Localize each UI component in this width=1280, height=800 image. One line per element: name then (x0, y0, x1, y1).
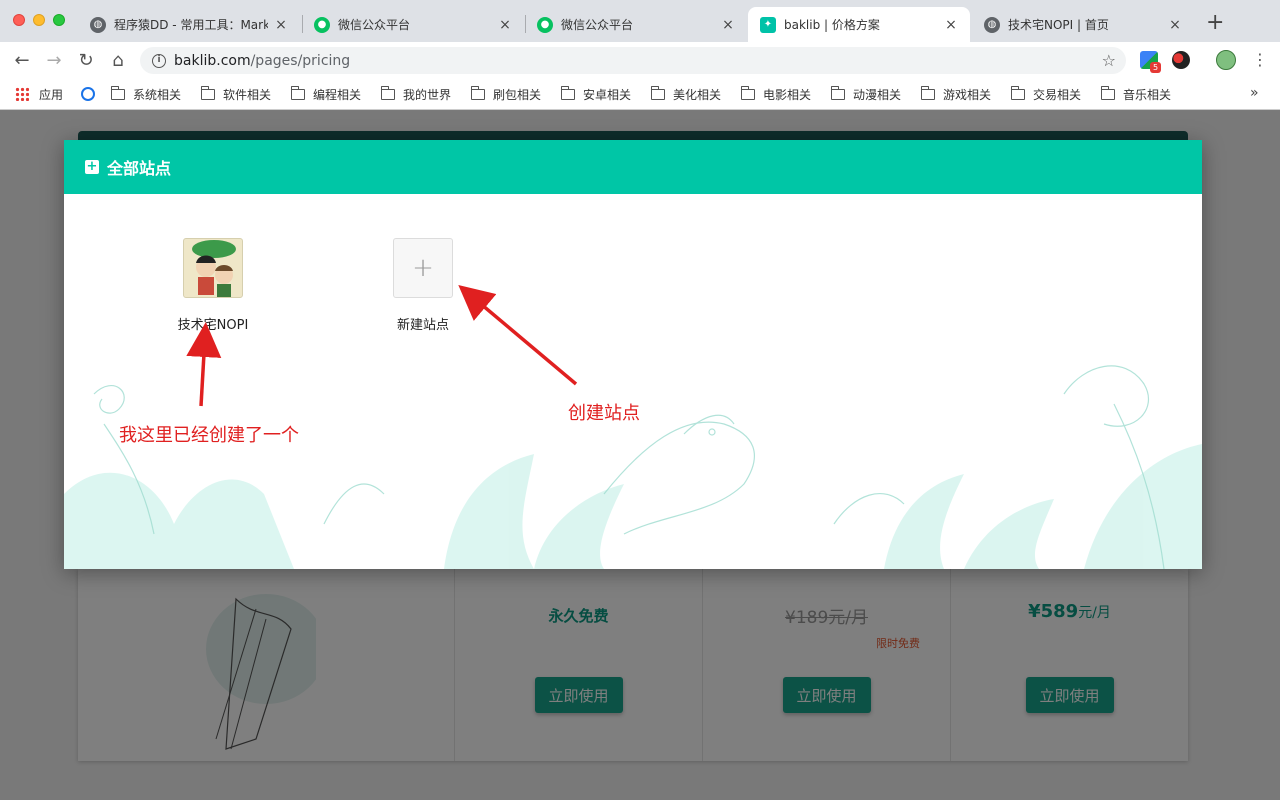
modal-body: 技术宅NOPI + 新建站点 我这里已经创建了一个 创建站点 (64, 194, 1202, 569)
folder-icon (1010, 85, 1025, 100)
add-site-button[interactable]: + (393, 238, 453, 298)
bookmark-folder[interactable]: 安卓相关 (560, 84, 632, 104)
plus-icon: + (412, 253, 434, 283)
bookmark-folder[interactable]: 我的世界 (380, 84, 452, 104)
tab-1[interactable]: ◍ 程序猿DD - 常用工具：Markdown × (78, 7, 300, 42)
folder-icon (740, 85, 755, 100)
close-icon[interactable]: × (721, 17, 735, 33)
bookmark-folder[interactable]: 软件相关 (200, 84, 272, 104)
bookmark-folder[interactable]: 刷包相关 (470, 84, 542, 104)
folder-icon (110, 85, 125, 100)
tab-2[interactable]: ● 微信公众平台 × (302, 7, 524, 42)
wechat-icon: ● (537, 16, 553, 33)
close-icon[interactable]: × (498, 17, 512, 33)
site-avatar-image[interactable] (183, 238, 243, 298)
tab-title: 技术宅NOPI | 首页 (1008, 18, 1109, 32)
tab-title: 微信公众平台 (561, 18, 634, 32)
close-icon[interactable]: × (944, 17, 958, 33)
site-card-nopi[interactable]: 技术宅NOPI (153, 238, 273, 333)
folder-icon (830, 85, 845, 100)
bookmark-folder[interactable]: 音乐相关 (1100, 84, 1172, 104)
maximize-window-button[interactable] (53, 14, 65, 26)
site-name[interactable]: 技术宅NOPI (153, 314, 273, 333)
new-tab-button[interactable]: + (1206, 12, 1224, 34)
tab-3[interactable]: ● 微信公众平台 × (525, 7, 747, 42)
new-site-card[interactable]: + 新建站点 (363, 238, 483, 333)
folder-icon (560, 85, 575, 100)
minimize-window-button[interactable] (33, 14, 45, 26)
folder-icon (290, 85, 305, 100)
bookmark-folder[interactable]: 编程相关 (290, 84, 362, 104)
bookmark-label: 音乐相关 (1123, 87, 1172, 102)
extension-icon[interactable] (1172, 51, 1190, 69)
bookmark-folder[interactable]: 电影相关 (740, 84, 812, 104)
bookmark-folder[interactable]: 系统相关 (110, 84, 182, 104)
back-arrow-icon[interactable]: ← (11, 49, 33, 71)
history-icon (81, 87, 95, 101)
forward-arrow-icon[interactable]: → (43, 49, 65, 71)
bookmark-label: 应用 (39, 87, 64, 102)
bookmark-folder[interactable]: 交易相关 (1010, 84, 1082, 104)
bookmark-star-icon[interactable]: ☆ (1102, 51, 1116, 70)
close-icon[interactable]: × (274, 17, 288, 33)
bookmark-apps[interactable]: 应用 (15, 84, 63, 104)
tab-title: 微信公众平台 (338, 18, 411, 32)
tab-title: baklib | 价格方案 (784, 18, 880, 32)
folder-icon (470, 85, 485, 100)
all-sites-modal: + 全部站点 技术宅NOPI + 新建站点 我这里已经创建了一个 创建站点 (64, 140, 1202, 569)
annotation-existing-site: 我这里已经创建了一个 (119, 425, 299, 446)
url-path: /pages/pricing (250, 52, 351, 69)
folder-icon (920, 85, 935, 100)
bookmark-history[interactable] (81, 84, 95, 104)
modal-header: + 全部站点 (64, 140, 1202, 194)
bookmark-folder[interactable]: 美化相关 (650, 84, 722, 104)
folder-icon (200, 85, 215, 100)
tab-4-active[interactable]: ✦ baklib | 价格方案 × (748, 7, 970, 42)
plus-square-icon: + (85, 159, 99, 174)
bookmark-label: 系统相关 (133, 87, 182, 102)
new-site-label[interactable]: 新建站点 (363, 314, 483, 333)
bookmark-label: 美化相关 (673, 87, 722, 102)
bookmarks-overflow-button[interactable]: » (1250, 85, 1259, 101)
globe-icon: ◍ (90, 16, 106, 33)
folder-icon (380, 85, 395, 100)
bookmark-label: 游戏相关 (943, 87, 992, 102)
bookmark-folder[interactable]: 游戏相关 (920, 84, 992, 104)
bookmark-label: 编程相关 (313, 87, 362, 102)
menu-kebab-icon[interactable]: ⋮ (1252, 50, 1268, 69)
folder-icon (1100, 85, 1115, 100)
annotation-create-site: 创建站点 (568, 403, 640, 424)
bookmark-label: 动漫相关 (853, 87, 902, 102)
wechat-icon: ● (314, 16, 330, 33)
close-window-button[interactable] (13, 14, 25, 26)
info-icon[interactable]: i (152, 53, 166, 68)
baklib-icon: ✦ (760, 16, 776, 33)
tab-5[interactable]: ◍ 技术宅NOPI | 首页 × (972, 7, 1194, 42)
tab-bar: ◍ 程序猿DD - 常用工具：Markdown × ● 微信公众平台 × ● 微… (0, 0, 1280, 42)
modal-title: 全部站点 (107, 159, 172, 178)
tab-title: 程序猿DD - 常用工具：Markdown (114, 18, 268, 32)
apps-grid-icon (15, 87, 29, 101)
cartoon-characters-icon (192, 240, 236, 297)
bookmark-label: 交易相关 (1033, 87, 1082, 102)
close-icon[interactable]: × (1168, 17, 1182, 33)
bookmark-label: 刷包相关 (493, 87, 542, 102)
folder-icon (650, 85, 665, 100)
home-icon[interactable]: ⌂ (107, 49, 129, 71)
reload-icon[interactable]: ↻ (75, 49, 97, 71)
bookmark-label: 我的世界 (403, 87, 452, 102)
bookmark-label: 安卓相关 (583, 87, 632, 102)
bookmarks-bar: 应用 系统相关 软件相关 编程相关 我的世界 刷包相关 安卓相关 美化相关 电影… (0, 78, 1280, 110)
url-domain: baklib.com (174, 52, 251, 69)
globe-icon: ◍ (984, 16, 1000, 33)
address-bar[interactable]: i baklib.com/pages/pricing ☆ (140, 47, 1126, 74)
profile-avatar[interactable] (1216, 50, 1236, 70)
bookmark-folder[interactable]: 动漫相关 (830, 84, 902, 104)
bookmark-label: 电影相关 (763, 87, 812, 102)
bookmark-label: 软件相关 (223, 87, 272, 102)
browser-toolbar: ← → ↻ ⌂ i baklib.com/pages/pricing ☆ 5 ⋮ (0, 42, 1280, 78)
extension-badge: 5 (1150, 62, 1162, 73)
